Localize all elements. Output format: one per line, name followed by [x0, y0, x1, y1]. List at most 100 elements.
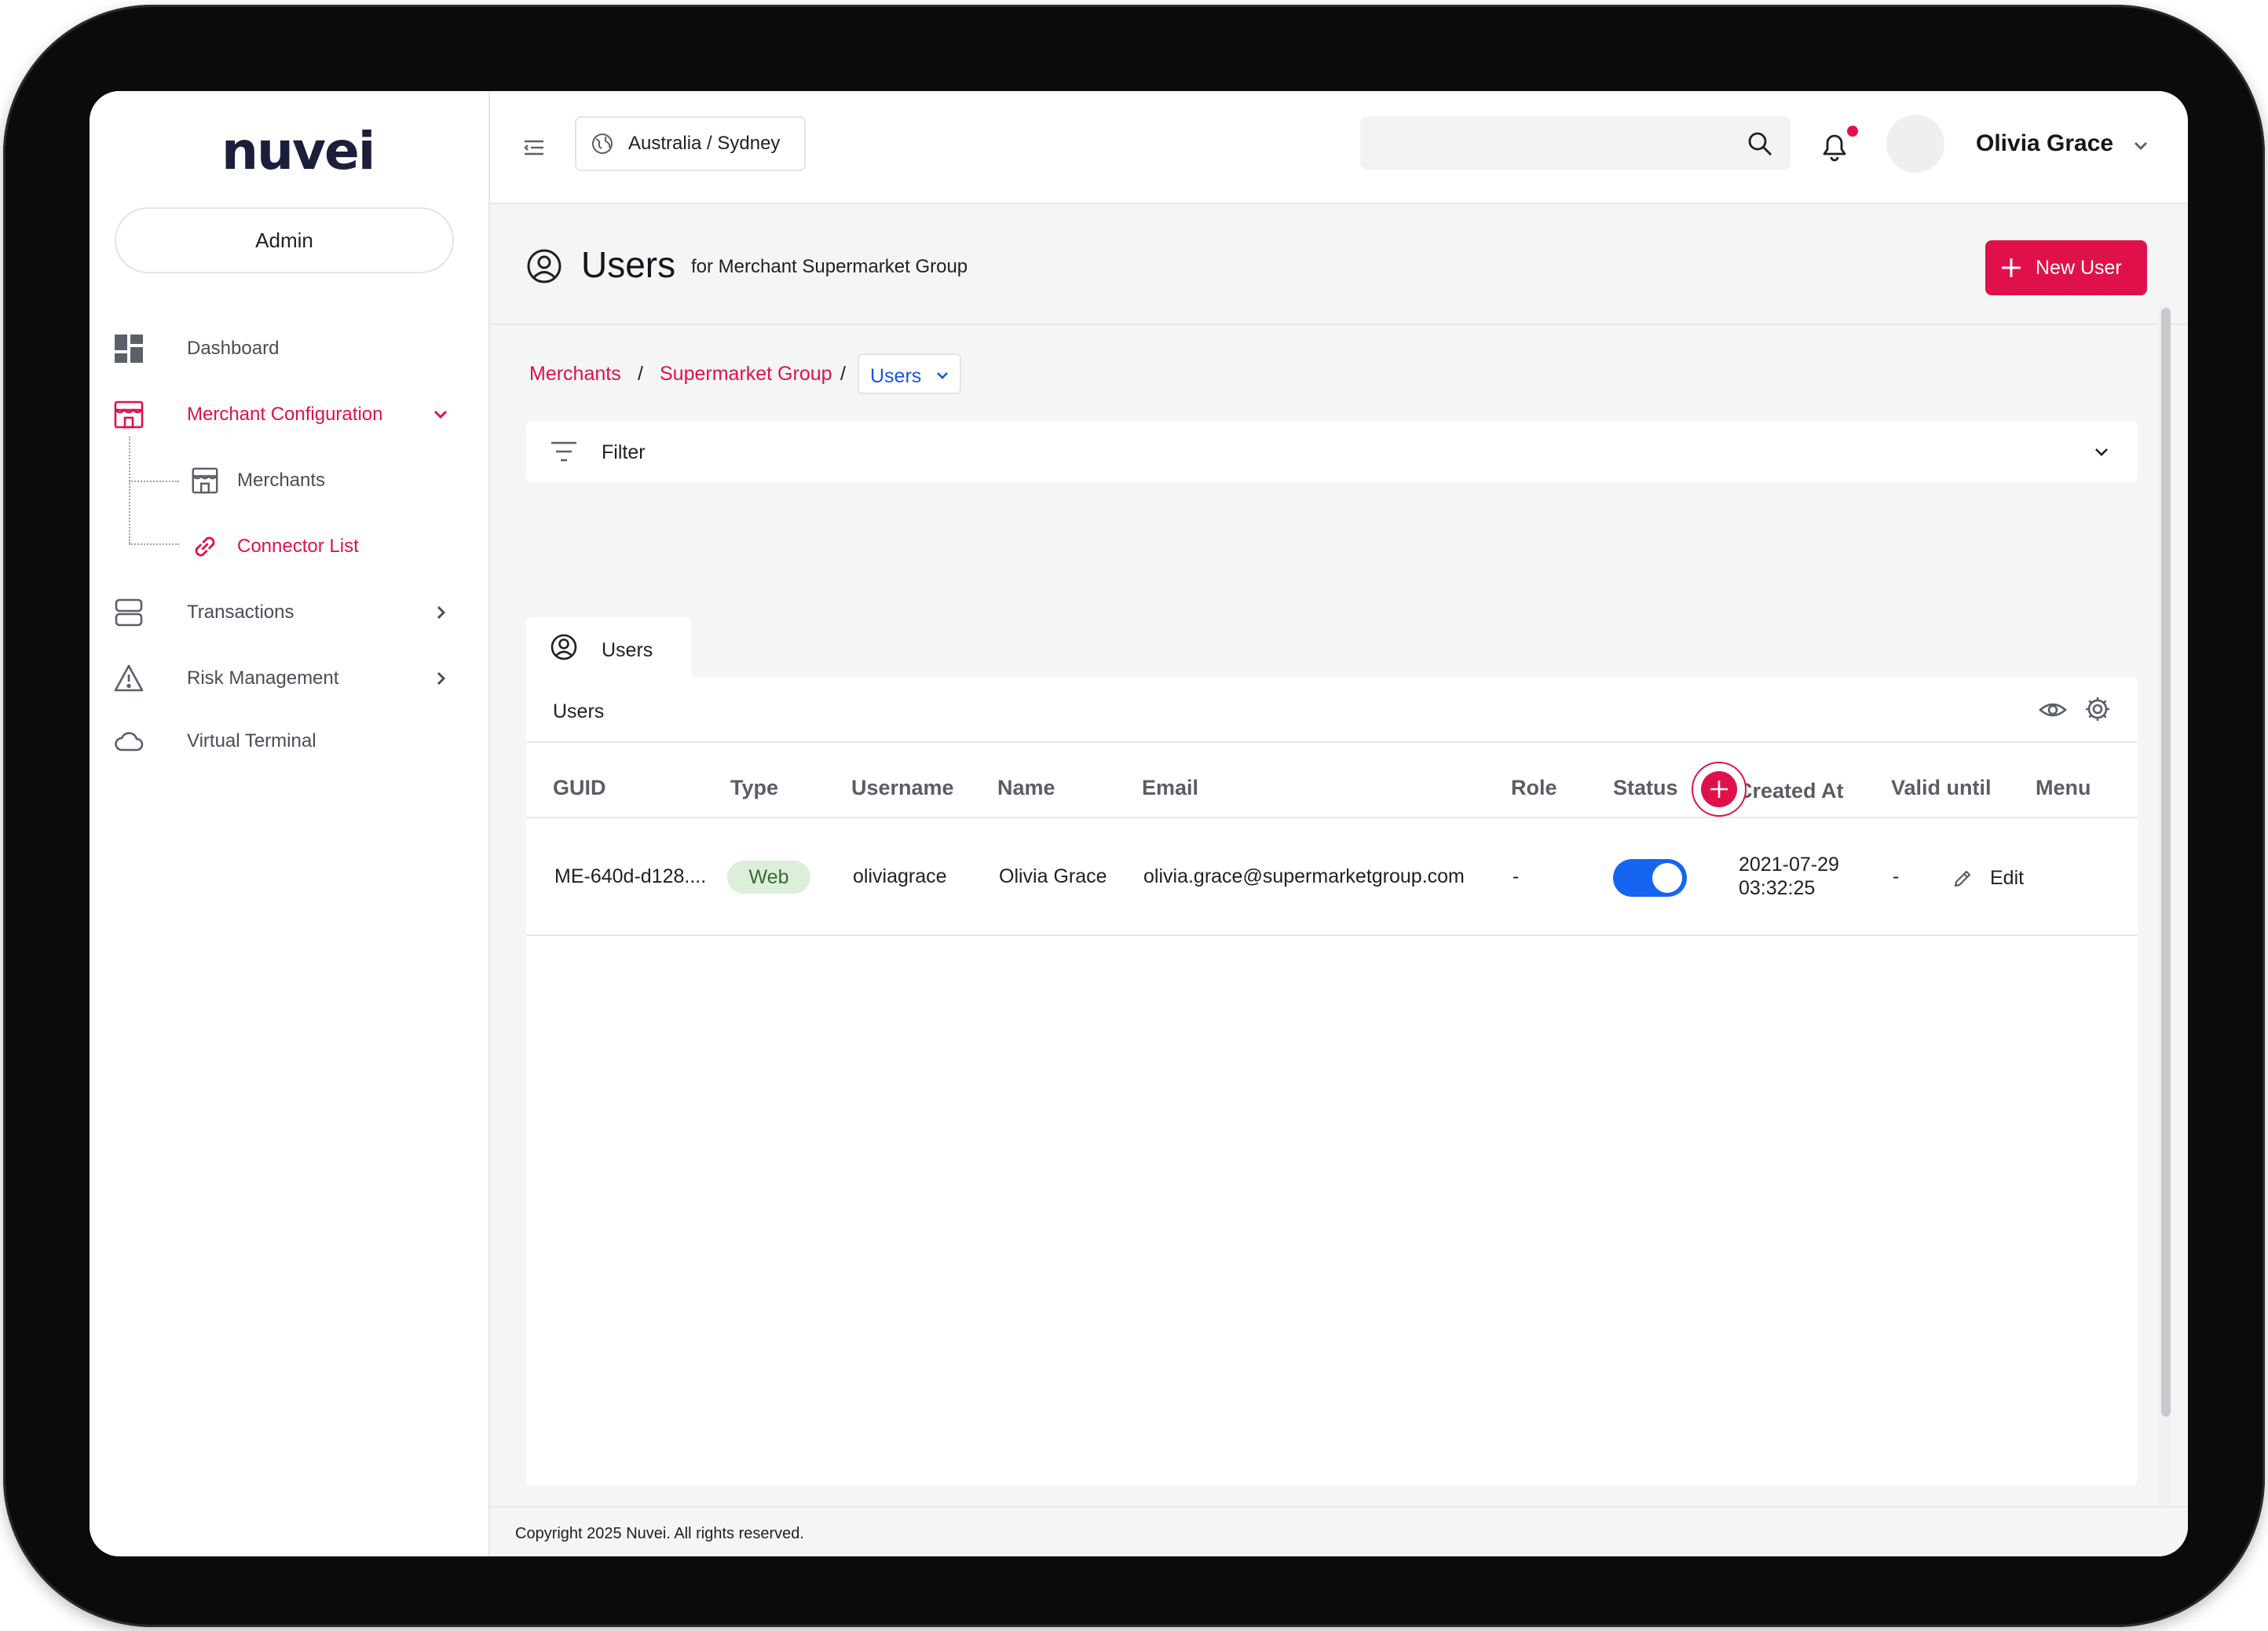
sidebar-item-label: Transactions — [187, 602, 294, 623]
sidebar-item-label: Risk Management — [187, 667, 339, 689]
users-table-panel: Users GUID Type Username Name Email Role — [526, 677, 2138, 1486]
footer: Copyright 2025 Nuvei. All rights reserve… — [490, 1506, 2188, 1556]
chevron-down-icon — [433, 410, 448, 419]
cell-valid-until: - — [1893, 865, 1900, 887]
toggle-knob — [1652, 863, 1682, 893]
breadcrumb-separator: / — [840, 363, 846, 385]
eye-icon[interactable] — [2039, 697, 2067, 722]
chevron-right-icon — [437, 605, 446, 620]
sidebar-item-risk-management[interactable]: Risk Management — [90, 655, 490, 702]
server-icon — [115, 598, 143, 627]
filter-label: Filter — [602, 441, 646, 463]
storefront-icon — [114, 400, 144, 429]
sidebar-item-label: Dashboard — [187, 338, 280, 359]
sidebar-subitem-connector-list[interactable]: Connector List — [190, 525, 441, 569]
column-header-status[interactable]: Status — [1613, 776, 1678, 800]
breadcrumb-link-supermarket-group[interactable]: Supermarket Group — [660, 363, 832, 386]
edit-label: Edit — [1990, 867, 2025, 889]
sidebar-item-dashboard[interactable]: Dashboard — [90, 325, 490, 372]
search-input[interactable] — [1376, 124, 1737, 162]
column-header-username[interactable]: Username — [851, 776, 954, 800]
created-time: 03:32:25 — [1739, 877, 1816, 899]
search-icon[interactable] — [1747, 130, 1773, 157]
avatar[interactable] — [1886, 115, 1944, 173]
row-add-button[interactable] — [1692, 762, 1747, 817]
tablet-frame: nuvei Admin Dashboard Merchant Configura… — [3, 5, 2265, 1627]
breadcrumb-current-label: Users — [870, 365, 922, 387]
breadcrumb-separator: / — [638, 363, 643, 385]
tab-users[interactable]: Users — [526, 617, 691, 677]
sidebar-subitem-merchants[interactable]: Merchants — [190, 459, 441, 503]
breadcrumb-link-merchants[interactable]: Merchants — [529, 363, 621, 386]
status-toggle[interactable] — [1613, 859, 1687, 897]
chevron-down-icon[interactable] — [2128, 133, 2153, 159]
filter-icon — [551, 441, 576, 462]
column-header-type[interactable]: Type — [730, 776, 778, 800]
cell-guid: ME-640d-d128.... — [554, 865, 707, 887]
sidebar-item-transactions[interactable]: Transactions — [90, 589, 490, 636]
new-user-button[interactable]: New User — [1985, 240, 2147, 295]
sidebar-item-label: Virtual Terminal — [187, 730, 316, 752]
tab-label: Users — [602, 639, 653, 661]
scrollbar-thumb[interactable] — [2161, 308, 2171, 1417]
timezone-select[interactable]: Australia / Sydney — [575, 116, 806, 171]
cell-email: olivia.grace@supermarketgroup.com — [1143, 865, 1465, 887]
warning-icon — [114, 664, 144, 692]
plus-icon — [2002, 258, 2021, 277]
panel-title: Users — [553, 700, 605, 722]
chevron-down-icon — [2095, 448, 2108, 456]
sidebar-item-label: Merchant Configuration — [187, 404, 383, 425]
top-header: Australia / Sydney Olivia Grace — [490, 91, 2188, 204]
collapse-menu-icon[interactable] — [521, 135, 547, 160]
cell-name: Olivia Grace — [999, 865, 1107, 887]
tree-connector — [129, 481, 179, 482]
panel-header: Users — [526, 677, 2138, 743]
column-header-guid[interactable]: GUID — [553, 776, 606, 800]
cloud-icon — [115, 732, 144, 752]
page-subtitle: for Merchant Supermarket Group — [691, 256, 968, 277]
sidebar-item-virtual-terminal[interactable]: Virtual Terminal — [90, 718, 490, 765]
add-button-fill — [1701, 771, 1737, 807]
tree-connector — [129, 543, 179, 545]
chevron-down-icon — [937, 372, 948, 379]
tree-connector — [129, 437, 130, 543]
breadcrumb-current-select[interactable]: Users — [858, 353, 961, 394]
search-box[interactable] — [1360, 116, 1791, 170]
cell-role: - — [1513, 865, 1520, 887]
user-circle-icon — [551, 634, 577, 660]
sidebar: nuvei Admin Dashboard Merchant Configura… — [90, 91, 490, 1556]
column-header-name[interactable]: Name — [997, 776, 1055, 800]
filter-panel[interactable]: Filter — [526, 421, 2138, 482]
main-content: Users for Merchant Supermarket Group New… — [490, 204, 2188, 1556]
copyright-text: Copyright 2025 Nuvei. All rights reserve… — [515, 1525, 804, 1542]
link-icon — [195, 536, 215, 557]
dashboard-icon — [115, 335, 143, 363]
column-header-menu: Menu — [2036, 776, 2091, 799]
sidebar-item-merchant-configuration[interactable]: Merchant Configuration — [90, 391, 490, 438]
user-name[interactable]: Olivia Grace — [1976, 130, 2113, 157]
store-icon — [192, 467, 218, 494]
created-date: 2021-07-29 — [1739, 854, 1839, 876]
plus-icon — [1710, 781, 1728, 798]
page-title: Users — [581, 244, 676, 285]
timezone-label: Australia / Sydney — [628, 133, 781, 154]
table-divider — [526, 817, 2138, 818]
type-badge: Web — [727, 861, 810, 894]
sidebar-subitem-label: Connector List — [237, 536, 359, 557]
column-header-email[interactable]: Email — [1142, 776, 1198, 800]
cell-username: oliviagrace — [853, 865, 947, 887]
column-header-valid-until[interactable]: Valid until — [1891, 776, 1992, 800]
column-header-role[interactable]: Role — [1511, 776, 1557, 800]
notification-badge — [1847, 126, 1858, 137]
pencil-icon — [1954, 870, 1971, 887]
user-circle-icon — [527, 249, 562, 283]
edit-button[interactable]: Edit — [1952, 864, 2031, 892]
app-screen: nuvei Admin Dashboard Merchant Configura… — [90, 91, 2188, 1556]
column-header-created-at[interactable]: Created At — [1737, 779, 1844, 803]
gear-icon[interactable] — [2084, 696, 2111, 722]
nuvei-logo[interactable]: nuvei — [221, 121, 375, 185]
table-divider — [526, 934, 2138, 936]
page-header: Users for Merchant Supermarket Group New… — [490, 204, 2188, 325]
globe-icon — [592, 133, 613, 154]
role-switch-button[interactable]: Admin — [115, 207, 454, 273]
